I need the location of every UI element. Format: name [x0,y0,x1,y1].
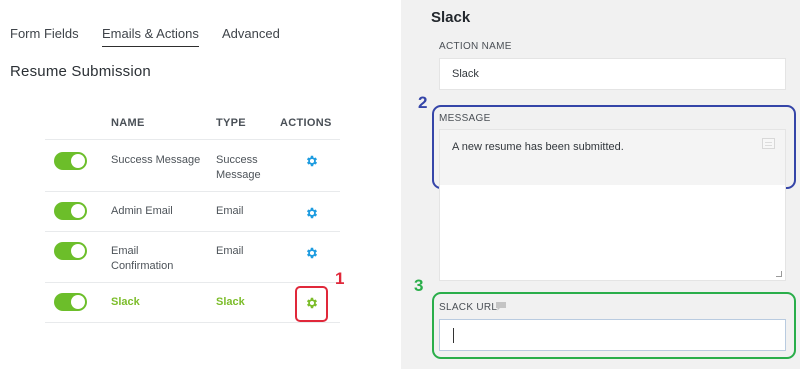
message-label: MESSAGE [439,113,491,124]
action-name: Email Confirmation [111,245,174,272]
tab-advanced[interactable]: Advanced [222,26,280,41]
action-type: Email [216,205,244,217]
tab-form-fields[interactable]: Form Fields [10,26,79,41]
annotation-number-1: 1 [335,269,345,288]
enable-toggle[interactable] [54,293,87,311]
divider [45,322,340,323]
action-type: Slack [216,296,245,308]
enable-toggle[interactable] [54,152,87,170]
resize-handle-icon[interactable] [776,271,782,277]
enable-toggle[interactable] [54,202,87,220]
annotation-box-1 [295,286,328,322]
gear-icon[interactable] [305,206,319,220]
gear-icon[interactable] [305,246,319,260]
divider [45,231,340,232]
merge-tags-icon[interactable] [762,138,775,149]
action-name: Slack [111,296,140,308]
gear-icon[interactable] [305,154,319,168]
actions-list-panel: Form Fields Emails & Actions Advanced Re… [0,0,400,369]
text-cursor [453,328,454,343]
slack-url-label: SLACK URL [439,302,498,313]
divider [45,191,340,192]
panel-title: Slack [431,9,471,26]
form-title: Resume Submission [10,63,151,80]
action-name-input[interactable]: Slack [439,58,786,90]
comment-icon [496,302,506,311]
column-header-name: NAME [111,117,145,129]
message-text: A new resume has been submitted. [452,141,624,153]
annotation-number-3: 3 [414,276,424,295]
divider [45,282,340,283]
divider [45,139,340,140]
action-name: Success Message [111,154,201,166]
action-type: Success Message [216,154,261,181]
slack-settings-panel: Slack ACTION NAME Slack MESSAGE A new re… [401,0,800,369]
column-header-type: TYPE [216,117,246,129]
action-name-label: ACTION NAME [439,41,512,52]
action-name: Admin Email [111,205,173,217]
column-header-actions: ACTIONS [280,117,332,129]
enable-toggle[interactable] [54,242,87,260]
slack-url-input[interactable] [439,319,786,351]
message-textarea[interactable]: A new resume has been submitted. [439,129,786,281]
tab-emails-actions[interactable]: Emails & Actions [102,26,199,47]
annotation-number-2: 2 [418,93,428,112]
action-type: Email [216,245,244,257]
